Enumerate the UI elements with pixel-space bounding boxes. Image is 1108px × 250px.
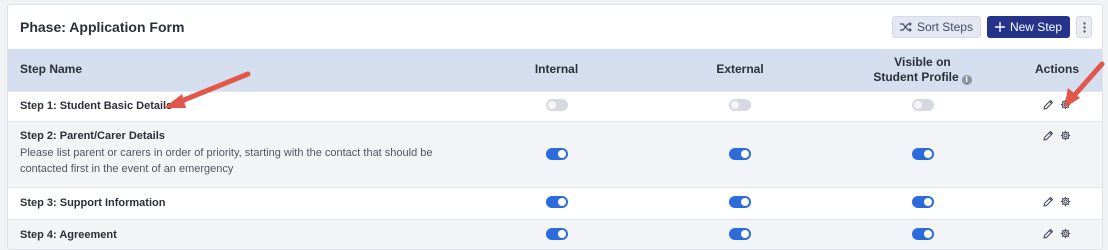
column-header-visible: Visible on Student Profile i xyxy=(835,49,1010,91)
header-actions: Sort Steps New Step xyxy=(891,16,1092,38)
row-actions xyxy=(1043,228,1071,239)
visible-toggle[interactable] xyxy=(911,98,934,111)
row-actions xyxy=(1043,196,1071,207)
step-name-cell: Step 1: Student Basic Details xyxy=(8,91,468,121)
internal-cell xyxy=(468,187,645,219)
actions-cell xyxy=(1010,121,1102,187)
column-header-internal: Internal xyxy=(534,62,579,77)
internal-toggle[interactable] xyxy=(545,195,568,208)
shuffle-icon xyxy=(899,22,912,32)
internal-cell xyxy=(468,219,645,249)
internal-cell xyxy=(468,121,645,187)
actions-cell xyxy=(1010,91,1102,121)
sort-steps-button[interactable]: Sort Steps xyxy=(891,16,981,38)
step-name-cell: Step 3: Support Information xyxy=(8,187,468,219)
steps-table: Step Name Internal External Visible on S… xyxy=(8,49,1102,249)
pencil-icon[interactable] xyxy=(1043,228,1054,239)
gear-icon[interactable] xyxy=(1060,196,1071,207)
table-row: Step 1: Student Basic Details xyxy=(8,91,1102,121)
visible-cell xyxy=(835,187,1010,219)
gear-icon[interactable] xyxy=(1060,130,1071,141)
external-cell xyxy=(645,121,835,187)
row-actions xyxy=(1043,130,1071,141)
table-header-row: Step Name Internal External Visible on S… xyxy=(8,49,1102,91)
actions-cell xyxy=(1010,219,1102,249)
table-row: Step 2: Parent/Carer Details Please list… xyxy=(8,121,1102,187)
external-toggle[interactable] xyxy=(729,227,751,240)
new-step-label: New Step xyxy=(1009,20,1062,34)
column-header-step-name: Step Name xyxy=(20,62,83,77)
visible-toggle[interactable] xyxy=(911,147,934,160)
phase-card: Phase: Application Form Sort Steps New S… xyxy=(7,4,1103,250)
visible-cell xyxy=(835,121,1010,187)
internal-toggle[interactable] xyxy=(545,227,568,240)
external-toggle[interactable] xyxy=(729,147,751,160)
kebab-menu-icon xyxy=(1082,21,1086,33)
table-row: Step 4: Agreement xyxy=(8,219,1102,249)
info-icon[interactable]: i xyxy=(961,74,972,85)
sort-steps-label: Sort Steps xyxy=(916,20,973,34)
internal-cell xyxy=(468,91,645,121)
plus-icon xyxy=(994,22,1005,32)
pencil-icon[interactable] xyxy=(1043,196,1054,207)
step-name[interactable]: Step 2: Parent/Carer Details xyxy=(20,130,458,142)
page-title: Phase: Application Form xyxy=(20,19,185,35)
new-step-button[interactable]: New Step xyxy=(986,16,1070,38)
external-cell xyxy=(645,219,835,249)
actions-cell xyxy=(1010,187,1102,219)
step-name-cell: Step 2: Parent/Carer Details Please list… xyxy=(8,121,468,187)
pencil-icon[interactable] xyxy=(1043,99,1054,110)
visible-cell xyxy=(835,91,1010,121)
gear-icon[interactable] xyxy=(1060,228,1071,239)
external-cell xyxy=(645,91,835,121)
step-name[interactable]: Step 4: Agreement xyxy=(20,229,458,241)
external-cell xyxy=(645,187,835,219)
visible-header-line1: Visible on xyxy=(894,54,951,69)
table-row: Step 3: Support Information xyxy=(8,187,1102,219)
visible-cell xyxy=(835,219,1010,249)
step-name-cell: Step 4: Agreement xyxy=(8,219,468,249)
more-options-button[interactable] xyxy=(1076,16,1092,38)
column-header-actions: Actions xyxy=(1034,62,1079,77)
external-toggle[interactable] xyxy=(729,195,751,208)
visible-header-line2: Student Profile xyxy=(873,69,959,84)
step-name[interactable]: Step 1: Student Basic Details xyxy=(20,100,458,112)
card-header: Phase: Application Form Sort Steps New S… xyxy=(8,5,1102,49)
row-actions xyxy=(1043,99,1071,110)
internal-toggle[interactable] xyxy=(545,98,568,111)
external-toggle[interactable] xyxy=(729,98,751,111)
visible-toggle[interactable] xyxy=(911,195,934,208)
step-description: Please list parent or carers in order of… xyxy=(20,146,433,175)
visible-toggle[interactable] xyxy=(911,227,934,240)
step-name[interactable]: Step 3: Support Information xyxy=(20,197,458,209)
column-header-external: External xyxy=(716,62,764,77)
gear-icon[interactable] xyxy=(1060,99,1071,110)
internal-toggle[interactable] xyxy=(545,147,568,160)
pencil-icon[interactable] xyxy=(1043,130,1054,141)
